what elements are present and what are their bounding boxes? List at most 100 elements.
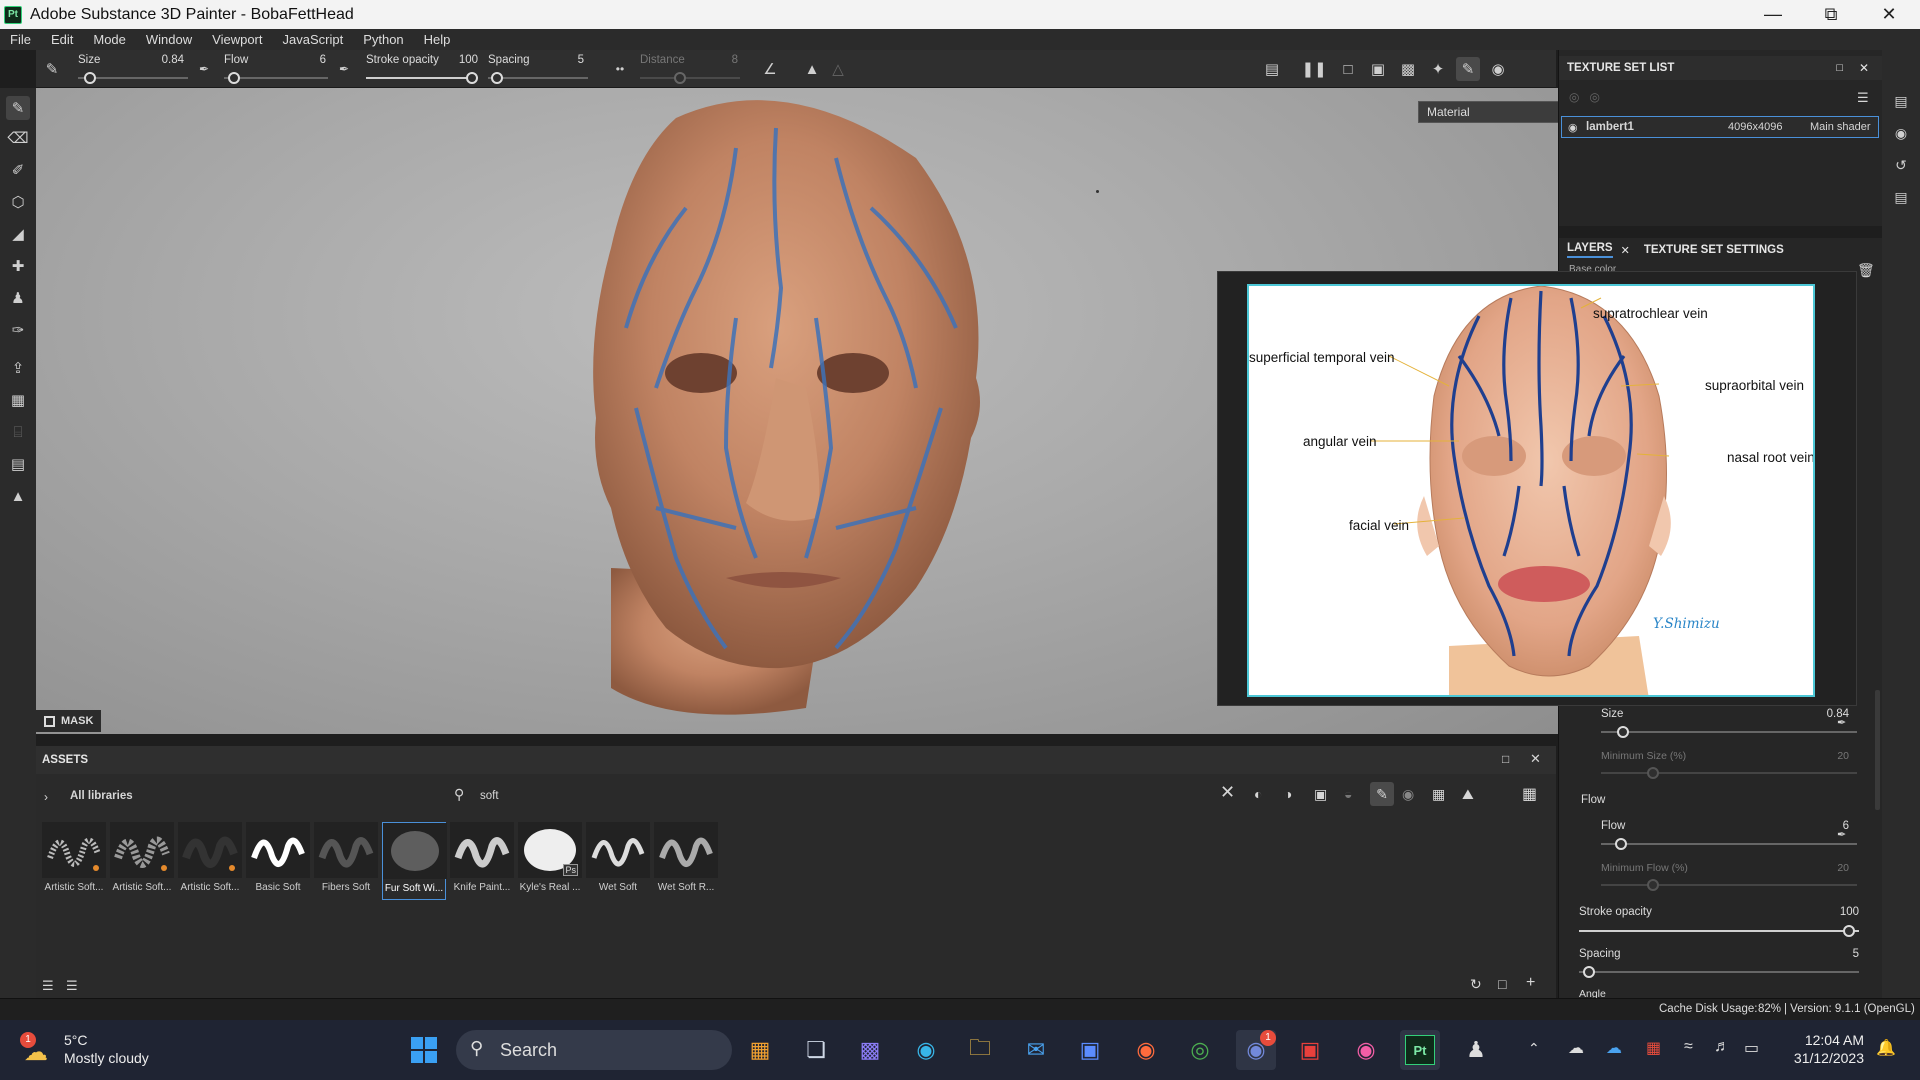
chrome-icon[interactable]: ◎: [1180, 1030, 1220, 1070]
export-icon[interactable]: ⇪: [6, 356, 30, 380]
discord-icon[interactable]: ◉ 1: [1236, 1030, 1276, 1070]
prop-spacing-knob[interactable]: [1583, 966, 1595, 978]
taskbar-search[interactable]: ⚲ Search: [456, 1030, 732, 1070]
symmetry-icon[interactable]: ▲: [800, 57, 824, 81]
minimize-button[interactable]: —: [1744, 0, 1802, 29]
pause-icon[interactable]: ❚❚: [1301, 57, 1326, 81]
tray-app-icon[interactable]: ▦: [1646, 1038, 1661, 1058]
weather-widget[interactable]: ☁ 1: [20, 1032, 56, 1068]
weather-desc[interactable]: Mostly cloudy: [64, 1050, 149, 1066]
menu-window[interactable]: Window: [146, 32, 192, 47]
prop-flow-slider[interactable]: [1601, 843, 1857, 845]
restore-button[interactable]: ⧉: [1802, 0, 1860, 29]
asset-thumbnail[interactable]: Wet Soft R...: [654, 822, 718, 900]
asset-thumbnail[interactable]: Ps Kyle's Real ...: [518, 822, 582, 900]
iray-icon[interactable]: ▲: [6, 484, 30, 508]
brush-preset-icon[interactable]: ✎: [40, 57, 64, 81]
symmetry-settings-icon[interactable]: △: [826, 57, 850, 81]
asset-thumbnail[interactable]: Basic Soft: [246, 822, 310, 900]
epic-icon[interactable]: ▣: [1290, 1030, 1330, 1070]
chevron-right-icon[interactable]: ›: [44, 790, 48, 804]
size-value[interactable]: 0.84: [154, 54, 184, 66]
camera-icon[interactable]: ▩: [1396, 57, 1420, 81]
prop-stroke-opacity-slider[interactable]: [1579, 930, 1859, 932]
grid-view-icon[interactable]: ▦: [1522, 784, 1537, 804]
sort-icon[interactable]: ☰: [66, 978, 78, 994]
viewport-mode-2d-icon[interactable]: □: [1336, 57, 1360, 81]
asset-thumbnail[interactable]: Artistic Soft...: [178, 822, 242, 900]
delete-layer-icon[interactable]: 🗑: [1857, 262, 1875, 279]
creative-cloud-icon[interactable]: ◉: [1346, 1030, 1386, 1070]
asset-thumbnail-selected[interactable]: Fur Soft Wi...: [382, 822, 447, 900]
wifi-icon[interactable]: ≈: [1684, 1038, 1693, 1056]
filter-brushes-icon[interactable]: ✎: [1370, 782, 1394, 806]
filter-tools-icon[interactable]: ▦: [1432, 786, 1445, 803]
onedrive-sync-icon[interactable]: ☁: [1606, 1038, 1622, 1058]
tab-close-icon[interactable]: ✕: [1621, 244, 1630, 257]
refresh-icon[interactable]: ↻: [1470, 976, 1482, 993]
pen-pressure-icon[interactable]: ✒: [1837, 716, 1846, 729]
flow-pressure-icon[interactable]: ✒: [332, 57, 356, 81]
menu-mode[interactable]: Mode: [93, 32, 126, 47]
menu-help[interactable]: Help: [424, 32, 451, 47]
menu-icon[interactable]: ☰: [1857, 90, 1869, 106]
size-slider-knob[interactable]: [84, 72, 96, 84]
add-icon[interactable]: +: [1526, 974, 1535, 992]
show-hidden-icons[interactable]: ⌃: [1528, 1040, 1540, 1057]
projection-icon[interactable]: ✐: [6, 158, 30, 182]
panel-splitter[interactable]: [1559, 226, 1883, 238]
filter-environments-icon[interactable]: ⛰: [1462, 786, 1474, 803]
stroke-opacity-slider-knob[interactable]: [466, 72, 478, 84]
asset-thumbnail[interactable]: Fibers Soft: [314, 822, 378, 900]
task-view-icon[interactable]: ❏: [796, 1030, 836, 1070]
history-icon[interactable]: ↺: [1892, 156, 1910, 174]
assets-search-input[interactable]: soft: [480, 790, 499, 802]
spacing-slider-knob[interactable]: [491, 72, 503, 84]
clone-stamp-icon[interactable]: ♟: [6, 286, 30, 310]
asset-thumbnail[interactable]: Wet Soft: [586, 822, 650, 900]
app-icon-blue[interactable]: ▣: [1070, 1030, 1110, 1070]
display-settings-icon[interactable]: ▤: [1892, 92, 1910, 110]
duckduckgo-icon[interactable]: ◉: [1126, 1030, 1166, 1070]
flow-value[interactable]: 6: [312, 54, 326, 66]
paint-brush-icon[interactable]: ✎: [6, 96, 30, 120]
prop-stroke-opacity-knob[interactable]: [1843, 925, 1855, 937]
prop-spacing-value[interactable]: 5: [1825, 948, 1859, 960]
log-icon[interactable]: ▤: [1892, 188, 1910, 206]
paint-mode-icon[interactable]: ✎: [1456, 57, 1480, 81]
viewport-mode-select[interactable]: Material ⌄: [1418, 101, 1558, 123]
prop-spacing-slider[interactable]: [1579, 971, 1859, 973]
panel-close-icon[interactable]: ✕: [1859, 61, 1869, 75]
lazy-mouse-icon[interactable]: ••: [608, 57, 632, 81]
substance-painter-icon[interactable]: Pt: [1400, 1030, 1440, 1070]
menu-javascript[interactable]: JavaScript: [282, 32, 343, 47]
pen-pressure-icon[interactable]: ✒: [192, 57, 216, 81]
teams-icon[interactable]: ▩: [850, 1030, 890, 1070]
spacing-value[interactable]: 5: [572, 54, 584, 66]
weather-temp[interactable]: 5°C: [64, 1032, 88, 1048]
eraser-icon[interactable]: ⌫: [6, 126, 30, 150]
clock-time[interactable]: 12:04 AM: [1784, 1032, 1864, 1048]
new-folder-icon[interactable]: □: [1498, 976, 1506, 992]
bake-icon[interactable]: ▦: [6, 388, 30, 412]
mask-toggle[interactable]: MASK: [36, 710, 102, 732]
shader-settings-icon[interactable]: ◉: [1892, 124, 1910, 142]
spacing-slider-track[interactable]: [488, 77, 588, 79]
filter-textures-icon[interactable]: ◒: [1344, 786, 1352, 802]
measure-icon[interactable]: ⌸: [6, 420, 30, 444]
volume-icon[interactable]: ♬: [1714, 1038, 1730, 1056]
premiere-icon[interactable]: ▦: [740, 1030, 780, 1070]
splitter[interactable]: [36, 734, 1556, 746]
edge-icon[interactable]: ◉: [906, 1030, 946, 1070]
filter-smart-materials-icon[interactable]: ◑: [1284, 786, 1292, 802]
post-effects-icon[interactable]: ✦: [1426, 57, 1450, 81]
filter-masks-icon[interactable]: ▣: [1314, 786, 1327, 803]
color-picker-icon[interactable]: ✑: [6, 318, 30, 342]
eye-hidden-icon[interactable]: ◎ ◎: [1569, 90, 1600, 104]
asset-thumbnail[interactable]: Artistic Soft...: [110, 822, 174, 900]
undock-icon[interactable]: □: [1836, 62, 1843, 74]
reference-image-window[interactable]: supratrochlear vein superficial temporal…: [1217, 271, 1857, 706]
menu-file[interactable]: File: [10, 32, 31, 47]
viewport-mode-3d-icon[interactable]: ▣: [1366, 57, 1390, 81]
menu-edit[interactable]: Edit: [51, 32, 73, 47]
